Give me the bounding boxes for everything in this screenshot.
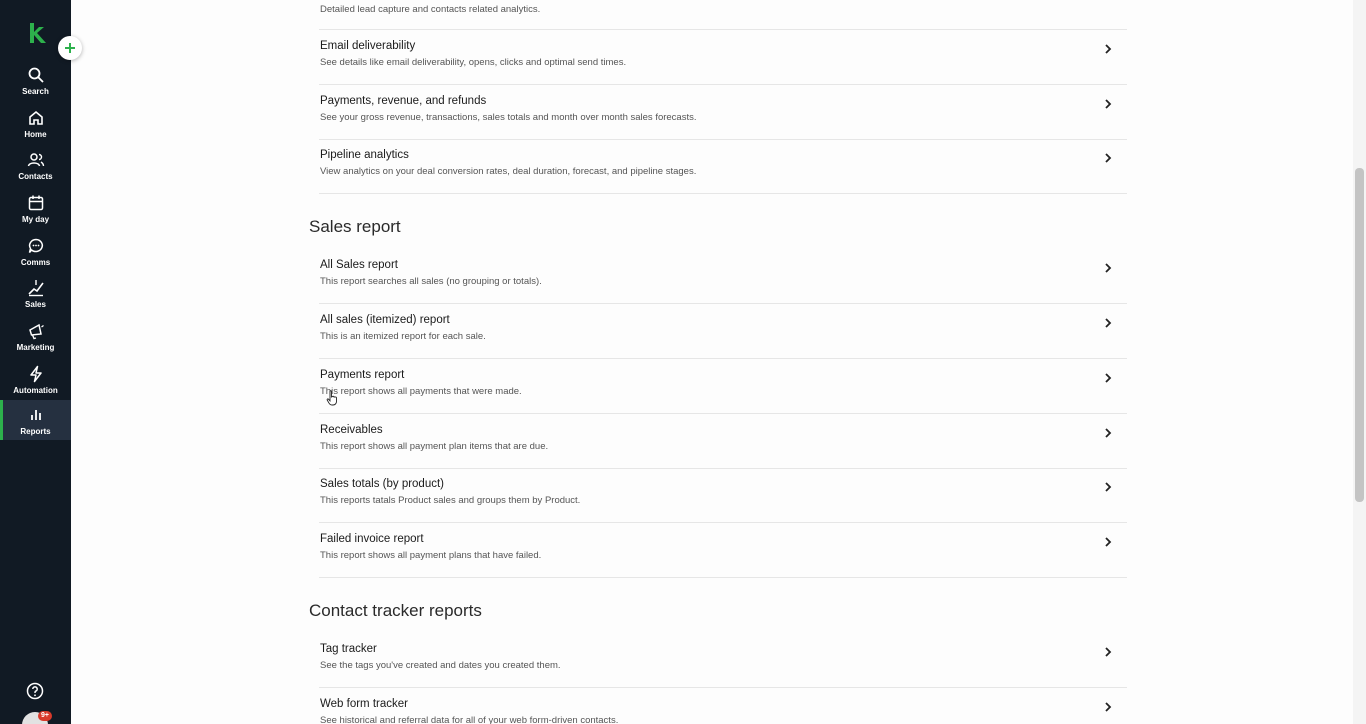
vertical-scrollbar[interactable]: [1353, 0, 1366, 724]
chevron-right-icon: [1105, 482, 1112, 492]
sidebar-item-comms[interactable]: Comms: [0, 235, 71, 275]
section-title-sales-report: Sales report: [309, 217, 401, 236]
sidebar-item-label: My day: [21, 215, 50, 224]
sidebar-item-home[interactable]: Home: [0, 107, 71, 147]
main-content: Detailed lead capture and contacts relat…: [71, 0, 1353, 724]
chevron-right-icon: [1105, 647, 1112, 657]
hand-cursor-icon: [326, 390, 337, 406]
row-title: Web form tracker: [320, 698, 408, 710]
sidebar-item-label: Search: [22, 87, 49, 96]
bar-chart-icon: [30, 410, 41, 420]
report-row-failed-invoice[interactable]: Failed invoice report This report shows …: [319, 523, 1127, 578]
chevron-right-icon: [1105, 99, 1112, 109]
sidebar-item-label: Comms: [20, 258, 51, 267]
sidebar-item-label: Home: [24, 130, 47, 139]
chevron-right-icon: [1105, 153, 1112, 163]
report-row-payments-report[interactable]: Payments report This report shows all pa…: [319, 359, 1127, 414]
row-title: Payments, revenue, and refunds: [320, 95, 487, 107]
sales-icon: [27, 280, 44, 297]
report-row-all-sales[interactable]: All Sales report This report searches al…: [319, 249, 1127, 304]
sidebar-item-search[interactable]: Search: [0, 64, 71, 104]
sidebar-item-sales[interactable]: Sales: [0, 277, 71, 317]
plus-icon: [65, 43, 75, 53]
chat-icon: [28, 238, 43, 253]
sidebar: Search Home Contacts My day Comms Sales …: [0, 0, 71, 724]
report-row-sales-totals-by-product[interactable]: Sales totals (by product) This reports t…: [319, 468, 1127, 523]
sidebar-item-marketing[interactable]: Marketing: [0, 320, 71, 360]
lightning-icon: [29, 365, 42, 383]
section-title-contact-tracker-reports: Contact tracker reports: [309, 601, 482, 620]
sidebar-item-automation[interactable]: Automation: [0, 363, 71, 403]
chevron-right-icon: [1105, 373, 1112, 383]
contacts-icon: [27, 153, 44, 167]
row-title: Payments report: [320, 369, 405, 381]
row-description: View analytics on your deal conversion r…: [320, 166, 697, 177]
row-description: This is an itemized report for each sale…: [320, 331, 486, 342]
report-row-pipeline-analytics[interactable]: Pipeline analytics View analytics on you…: [319, 139, 1127, 194]
avatar[interactable]: 9+: [22, 711, 52, 724]
row-description: See details like email deliverability, o…: [320, 57, 627, 68]
row-description: This report shows all payments that were…: [320, 386, 522, 397]
sidebar-item-label: Sales: [25, 300, 46, 309]
home-icon: [28, 110, 43, 125]
sidebar-item-label: Marketing: [16, 343, 55, 352]
report-row-email-deliverability[interactable]: Email deliverability See details like em…: [319, 30, 1127, 85]
row-description: See historical and referral data for all…: [320, 715, 619, 724]
row-description: This report shows all payment plans that…: [320, 550, 542, 561]
add-button[interactable]: [58, 36, 82, 60]
row-description: This report shows all payment plan items…: [320, 441, 549, 452]
row-title: Email deliverability: [320, 40, 416, 52]
calendar-icon: [28, 195, 43, 211]
sidebar-item-my-day[interactable]: My day: [0, 192, 71, 232]
report-row-all-sales-itemized[interactable]: All sales (itemized) report This is an i…: [319, 304, 1127, 359]
row-description: This reports tatals Product sales and gr…: [320, 495, 581, 506]
megaphone-icon: [28, 323, 44, 340]
chevron-right-icon: [1105, 44, 1112, 54]
sidebar-item-label: Reports: [20, 427, 51, 436]
chevron-right-icon: [1105, 318, 1112, 328]
help-icon[interactable]: [26, 682, 44, 700]
row-description: See the tags you've created and dates yo…: [320, 660, 561, 671]
chevron-right-icon: [1105, 263, 1112, 273]
row-title: Tag tracker: [320, 643, 377, 655]
sidebar-item-reports[interactable]: Reports: [0, 400, 71, 440]
row-title: Pipeline analytics: [320, 149, 409, 161]
search-icon: [28, 67, 44, 83]
row-description: Detailed lead capture and contacts relat…: [320, 4, 541, 15]
chevron-right-icon: [1105, 428, 1112, 438]
sidebar-item-contacts[interactable]: Contacts: [0, 149, 71, 189]
report-row-tag-tracker[interactable]: Tag tracker See the tags you've created …: [319, 633, 1127, 688]
notification-badge: 9+: [38, 711, 52, 721]
report-row-web-form-tracker[interactable]: Web form tracker See historical and refe…: [319, 688, 1127, 724]
row-title: Failed invoice report: [320, 533, 424, 545]
scrollbar-thumb[interactable]: [1355, 168, 1364, 502]
chevron-right-icon: [1105, 702, 1112, 712]
report-row-receivables[interactable]: Receivables This report shows all paymen…: [319, 414, 1127, 469]
sidebar-item-label: Automation: [13, 386, 58, 395]
sidebar-item-label: Contacts: [18, 172, 53, 181]
row-title: Sales totals (by product): [320, 478, 445, 490]
row-title: All sales (itemized) report: [320, 314, 450, 326]
row-description: This report searches all sales (no group…: [320, 276, 542, 287]
row-title: Receivables: [320, 424, 383, 436]
report-row-payments-revenue-refunds[interactable]: Payments, revenue, and refunds See your …: [319, 85, 1127, 140]
row-description: See your gross revenue, transactions, sa…: [320, 112, 697, 123]
keap-logo-icon[interactable]: [24, 21, 46, 45]
chevron-right-icon: [1105, 537, 1112, 547]
row-title: All Sales report: [320, 259, 398, 271]
